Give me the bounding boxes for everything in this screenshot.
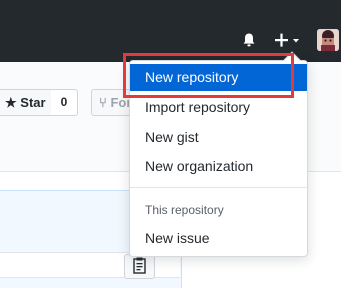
star-button-label: Star: [20, 95, 46, 110]
star-icon: ★: [5, 95, 17, 110]
highlight-annotation-box: [123, 53, 294, 98]
star-button[interactable]: ★ Star: [0, 89, 52, 116]
menu-divider: [130, 187, 307, 188]
menu-item-import-repository[interactable]: Import repository: [130, 94, 307, 121]
caret-down-icon: [293, 39, 299, 43]
menu-item-new-organization[interactable]: New organization: [130, 153, 307, 180]
screenshot-stage: ★ Star 0 ⑂ Fork New repository Import re…: [0, 0, 341, 288]
fork-icon: ⑂: [99, 95, 107, 110]
menu-section-header: This repository: [145, 203, 224, 217]
copy-to-clipboard-button[interactable]: [124, 254, 155, 279]
plus-icon: [275, 33, 288, 47]
create-new-button[interactable]: [272, 29, 304, 51]
menu-item-new-gist[interactable]: New gist: [130, 124, 307, 151]
clipboard-icon: [133, 257, 146, 274]
menu-item-new-issue[interactable]: New issue: [130, 225, 307, 252]
bell-icon[interactable]: [241, 32, 257, 48]
star-count[interactable]: 0: [51, 89, 78, 116]
avatar[interactable]: [317, 29, 339, 51]
